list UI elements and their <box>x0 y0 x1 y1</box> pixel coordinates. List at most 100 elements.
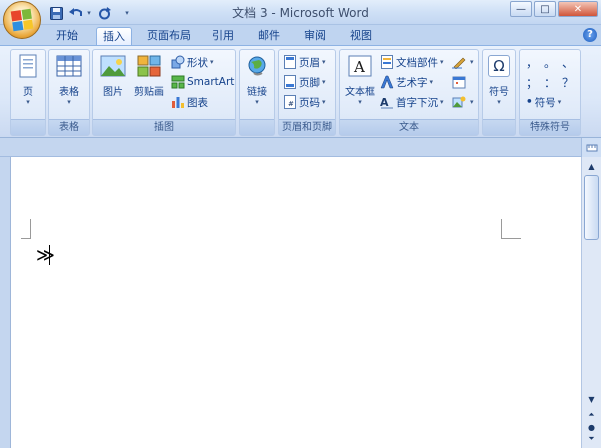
smartart-button[interactable]: SmartArt <box>171 73 234 91</box>
group-label-links <box>240 119 274 135</box>
chevron-down-icon: ▾ <box>470 58 474 66</box>
shapes-button[interactable]: 形状 ▾ <box>171 53 214 71</box>
chevron-down-icon: ▾ <box>429 78 434 86</box>
page-number-icon: # <box>283 95 297 109</box>
date-time-button[interactable] <box>452 73 468 91</box>
clipart-button[interactable]: 剪贴画 <box>131 53 167 98</box>
table-button[interactable]: 表格 ▾ <box>52 53 86 106</box>
symbol-button[interactable]: Ω 符号 ▾ <box>485 53 513 106</box>
text-cursor <box>49 245 50 265</box>
svg-text:A: A <box>353 58 365 76</box>
tab-home[interactable]: 开始 <box>48 27 86 45</box>
insert-object-button[interactable]: ▾ <box>452 93 474 111</box>
textbox-button[interactable]: A 文本框 ▾ <box>342 53 378 106</box>
tab-page-layout[interactable]: 页面布局 <box>142 27 196 45</box>
group-label-illustrations: 插图 <box>93 119 235 135</box>
close-button[interactable]: ✕ <box>558 1 598 17</box>
scroll-down-icon[interactable]: ▼ <box>584 392 599 406</box>
chevron-down-icon: ▾ <box>255 98 259 106</box>
tab-references[interactable]: 引用 <box>205 27 241 45</box>
footer-icon <box>283 75 297 89</box>
group-label-symbols <box>483 119 515 135</box>
scroll-up-icon[interactable]: ▲ <box>584 159 599 173</box>
margin-corner-top-right <box>501 219 521 239</box>
chevron-down-icon: ▾ <box>210 58 214 66</box>
group-tables: 表格 ▾ 表格 <box>48 49 90 136</box>
office-logo-icon <box>10 8 34 32</box>
wordart-button[interactable]: 艺术字 ▾ <box>380 73 433 91</box>
ruler-area <box>0 138 581 157</box>
chart-button[interactable]: 图表 <box>171 93 208 111</box>
office-button[interactable] <box>3 1 41 39</box>
group-label-special-symbols: 特殊符号 <box>520 119 580 135</box>
group-label-tables: 表格 <box>49 119 89 135</box>
group-label-header-footer: 页眉和页脚 <box>279 119 335 135</box>
maximize-button[interactable]: □ <box>534 1 556 17</box>
minimize-button[interactable]: — <box>510 1 532 17</box>
tab-view[interactable]: 视图 <box>343 27 379 45</box>
help-icon[interactable]: ? <box>583 28 597 42</box>
table-icon <box>56 53 82 79</box>
header-button[interactable]: 页眉 ▾ <box>283 53 326 71</box>
group-symbols: Ω 符号 ▾ <box>482 49 516 136</box>
symbol-semicolon[interactable]: ； <box>526 73 538 91</box>
quick-parts-button[interactable]: 文档部件 ▾ <box>380 53 444 71</box>
view-ruler-icon[interactable] <box>581 138 601 157</box>
header-icon <box>283 55 297 69</box>
page-button[interactable]: 页 ▾ <box>13 53 43 106</box>
group-illustrations: 图片 剪贴画 形状 ▾ SmartArt 图表 插图 <box>92 49 236 136</box>
group-text: A 文本框 ▾ 文档部件 ▾ 艺术字 ▾ A 首字下沉 ▾ ▾ ▾ 文本 <box>339 49 479 136</box>
signature-pen-icon <box>452 55 466 69</box>
globe-link-icon <box>244 53 270 79</box>
more-symbols-button[interactable]: • 符号 ▾ <box>526 93 561 111</box>
links-button[interactable]: 链接 ▾ <box>242 53 272 106</box>
omega-icon: Ω <box>486 53 512 79</box>
svg-text:#: # <box>288 100 294 108</box>
symbol-question[interactable]: ？ <box>562 73 574 91</box>
smartart-icon <box>171 75 185 89</box>
chevron-down-icon: ▾ <box>322 58 326 66</box>
chevron-down-icon: ▾ <box>322 78 326 86</box>
semicolon-bullet-icon: • <box>526 96 533 108</box>
ribbon: 页 ▾ 表格 ▾ 表格 图片 剪贴画 形状 ▾ SmartArt 图表 插图 链… <box>0 45 601 138</box>
dropcap-button[interactable]: A 首字下沉 ▾ <box>380 93 444 111</box>
ribbon-tab-row: 开始 插入 页面布局 引用 邮件 审阅 视图 ? <box>0 25 601 45</box>
group-links: 链接 ▾ <box>239 49 275 136</box>
textbox-icon: A <box>347 53 373 79</box>
symbol-comma[interactable]: ， <box>526 53 538 71</box>
chevron-down-icon: ▾ <box>470 98 474 106</box>
footer-button[interactable]: 页脚 ▾ <box>283 73 326 91</box>
tab-review[interactable]: 审阅 <box>297 27 333 45</box>
wordart-icon <box>380 75 394 89</box>
chevron-down-icon: ▾ <box>358 98 362 106</box>
page-number-button[interactable]: # 页码 ▾ <box>283 93 326 111</box>
chevron-down-icon: ▾ <box>67 98 71 106</box>
vertical-scrollbar[interactable]: ▲ ▼ ⏶ ● ⏷ <box>581 157 601 448</box>
tab-mailings[interactable]: 邮件 <box>251 27 287 45</box>
calendar-icon <box>452 75 466 89</box>
object-icon <box>452 95 466 109</box>
scroll-thumb[interactable] <box>584 175 599 240</box>
symbol-period[interactable]: 。 <box>544 53 556 71</box>
group-header-footer: 页眉 ▾ 页脚 ▾ # 页码 ▾ 页眉和页脚 <box>278 49 336 136</box>
group-pages: 页 ▾ <box>10 49 46 136</box>
chevron-down-icon: ▾ <box>440 98 444 106</box>
group-label-text: 文本 <box>340 119 478 135</box>
signature-line-button[interactable]: ▾ <box>452 53 474 71</box>
shapes-icon <box>171 55 185 69</box>
symbol-colon[interactable]: ： <box>544 73 556 91</box>
workspace-margin <box>0 157 10 448</box>
symbol-enumeration-comma[interactable]: 、 <box>562 53 574 71</box>
title-bar: ▾ ▾ 文档 3 - Microsoft Word — □ ✕ <box>0 0 601 39</box>
margin-corner-top-left <box>21 219 31 239</box>
chevron-down-icon: ▾ <box>557 98 562 106</box>
document-page[interactable]: ≫ <box>10 157 580 448</box>
chevron-down-icon: ▾ <box>26 98 30 106</box>
clipart-icon <box>136 53 162 79</box>
picture-button[interactable]: 图片 <box>97 53 129 98</box>
next-page-icon[interactable]: ⏷ <box>584 432 599 446</box>
tab-insert[interactable]: 插入 <box>96 27 132 45</box>
dropcap-icon: A <box>380 95 394 109</box>
chevron-down-icon: ▾ <box>497 98 501 106</box>
chevron-down-icon: ▾ <box>322 98 326 106</box>
